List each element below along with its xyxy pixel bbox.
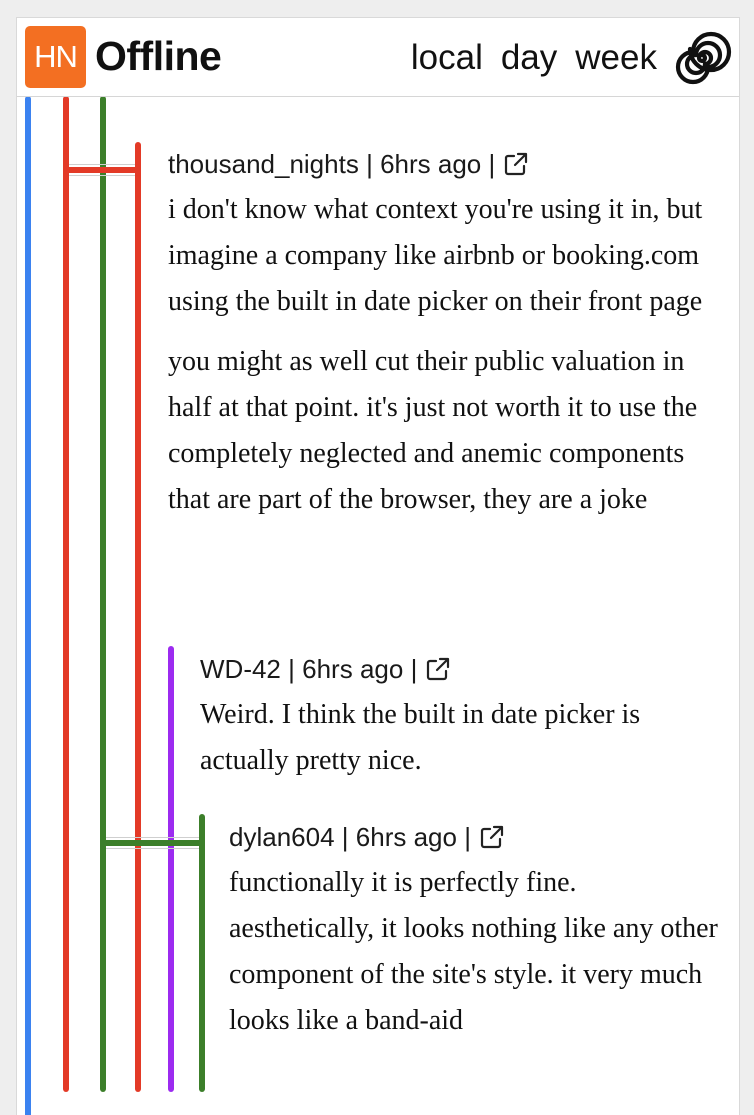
app-title: Offline bbox=[95, 33, 222, 79]
meta-separator: | bbox=[366, 148, 373, 179]
thread-line-thousand-nights[interactable] bbox=[135, 142, 141, 1092]
comment: thousand_nights | 6hrs ago | i don't kno… bbox=[168, 147, 728, 537]
comment-age[interactable]: 6hrs ago bbox=[356, 822, 457, 853]
comment-meta: dylan604 | 6hrs ago | bbox=[229, 820, 725, 854]
comment-body: Weird. I think the built in date picker … bbox=[200, 692, 725, 784]
nav-day-link[interactable]: day bbox=[501, 38, 557, 78]
comment-age[interactable]: 6hrs ago bbox=[302, 654, 403, 685]
comment-paragraph: you might as well cut their public valua… bbox=[168, 346, 698, 515]
comment-author[interactable]: WD-42 bbox=[200, 654, 281, 685]
comment: dylan604 | 6hrs ago | functionally it is… bbox=[229, 820, 725, 1058]
external-link-icon[interactable] bbox=[503, 151, 529, 177]
comment-paragraph: i don't know what context you're using i… bbox=[168, 194, 703, 317]
meta-separator: | bbox=[341, 821, 349, 852]
top-bar: HN Offline local day week bbox=[17, 18, 739, 97]
nav-week-link[interactable]: week bbox=[575, 38, 657, 78]
comment-paragraph: functionally it is perfectly fine. aesth… bbox=[229, 867, 718, 1036]
meta-separator: | bbox=[410, 653, 418, 684]
thread-connector bbox=[106, 837, 199, 849]
comment-body: functionally it is perfectly fine. aesth… bbox=[229, 860, 725, 1044]
app-frame: HN Offline local day week - - - - - - - … bbox=[16, 17, 740, 1115]
comment-age[interactable]: 6hrs ago bbox=[380, 149, 481, 180]
hn-logo[interactable]: HN bbox=[25, 26, 86, 88]
meta-separator: | bbox=[488, 148, 496, 179]
comment-paragraph: Weird. I think the built in date picker … bbox=[200, 699, 641, 776]
comment-author[interactable]: dylan604 bbox=[229, 822, 335, 853]
comment-meta: thousand_nights | 6hrs ago | bbox=[168, 147, 728, 181]
comment-meta: WD-42 | 6hrs ago | bbox=[200, 652, 725, 686]
meta-separator: | bbox=[464, 821, 471, 852]
clipped-comment-text: - - - - - - - - - bbox=[135, 90, 284, 100]
thread-line-wd-42[interactable] bbox=[168, 646, 174, 1092]
thread-connector bbox=[69, 164, 137, 176]
thread-line-dylan604[interactable] bbox=[199, 814, 205, 1092]
thread-line-level-2[interactable] bbox=[63, 96, 69, 1092]
meta-separator: | bbox=[288, 653, 295, 684]
comment-body: i don't know what context you're using i… bbox=[168, 187, 728, 523]
nav-local-link[interactable]: local bbox=[411, 38, 483, 78]
external-link-icon[interactable] bbox=[479, 824, 505, 850]
external-link-icon[interactable] bbox=[425, 656, 451, 682]
nav-links: local day week bbox=[411, 38, 657, 78]
spiral-icon[interactable] bbox=[672, 28, 732, 88]
comment-author[interactable]: thousand_nights bbox=[168, 149, 359, 180]
comment: WD-42 | 6hrs ago | Weird. I think the bu… bbox=[200, 652, 725, 798]
thread-line-level-1[interactable] bbox=[25, 96, 31, 1115]
thread-line-level-3[interactable] bbox=[100, 96, 106, 1092]
